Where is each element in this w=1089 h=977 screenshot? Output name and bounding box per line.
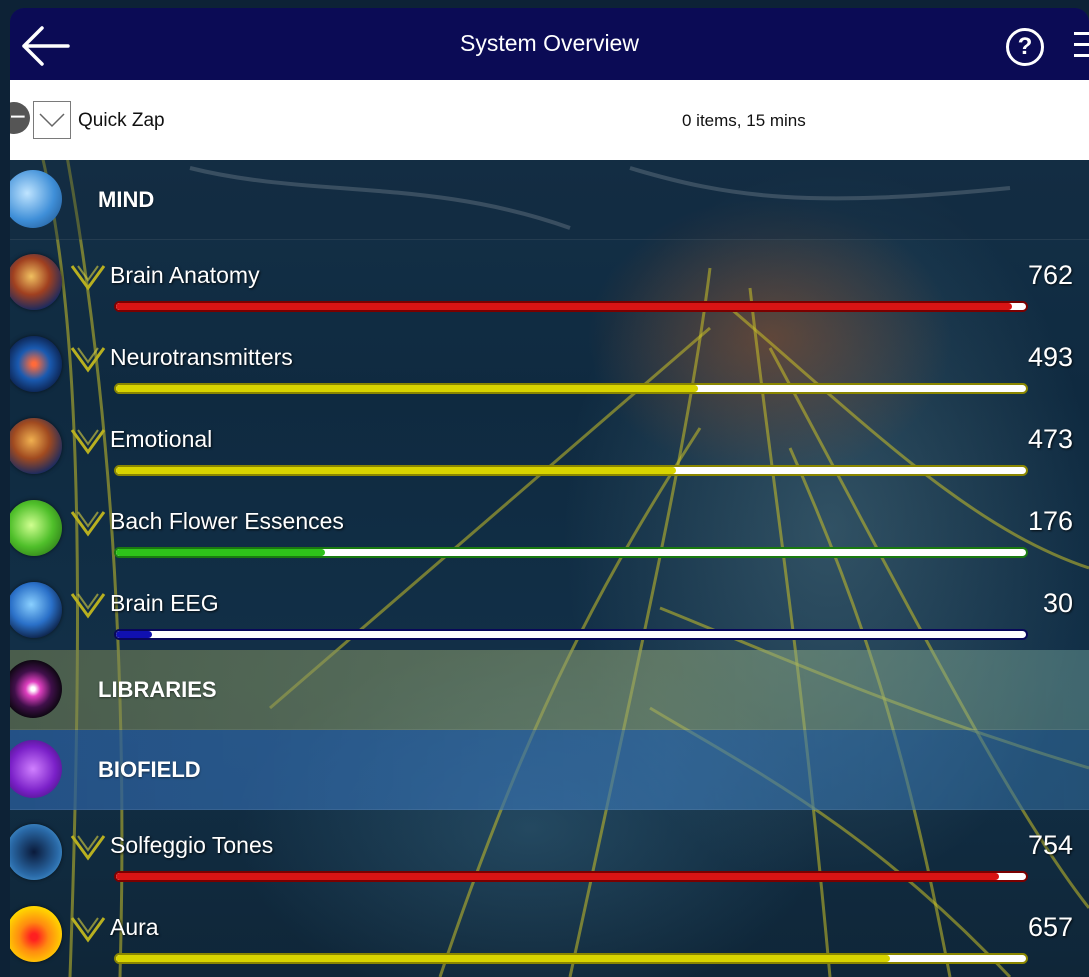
chevron-down-icon[interactable] [70, 426, 106, 456]
top-navigation-bar: System Overview ? [10, 8, 1089, 80]
section-label: MIND [98, 187, 155, 212]
quick-zap-label: Quick Zap [78, 110, 165, 131]
quick-zap-info: 0 items, 15 mins [682, 111, 806, 130]
item-label: Aura [110, 914, 159, 940]
item-score: 754 [1027, 830, 1073, 860]
quick-zap-expand-toggle[interactable] [33, 101, 71, 139]
progress-bar [114, 465, 1028, 476]
bach-flower-icon [10, 500, 62, 556]
brain-anatomy-icon [10, 254, 62, 310]
menu-icon[interactable] [1074, 32, 1089, 62]
item-score: 657 [1027, 912, 1073, 942]
chevron-down-icon[interactable] [70, 590, 106, 620]
section-label: LIBRARIES [98, 677, 217, 702]
item-score: 473 [1027, 424, 1073, 454]
item-label: Brain EEG [110, 590, 219, 616]
section-biofield[interactable]: BIOFIELD [10, 730, 1089, 810]
progress-bar [114, 383, 1028, 394]
section-label: BIOFIELD [98, 757, 201, 782]
chevron-down-icon[interactable] [70, 262, 106, 292]
biofield-flower-of-life-icon [10, 740, 62, 798]
chevron-down-icon [39, 113, 65, 128]
libraries-light-icon [10, 660, 62, 718]
aura-icon [10, 906, 62, 962]
progress-bar-fill [116, 303, 1013, 310]
progress-bar [114, 953, 1028, 964]
progress-bar-fill [116, 467, 676, 474]
progress-bar-fill [116, 385, 699, 392]
app-frame: System Overview ? − Quick Zap 0 items, 1… [10, 8, 1089, 977]
category-list: MIND Brain Anatomy 762 Neurotransmitters 493… [10, 160, 1089, 974]
item-label: Neurotransmitters [110, 344, 293, 370]
list-item[interactable]: Emotional 473 [10, 404, 1089, 486]
item-label: Solfeggio Tones [110, 832, 274, 858]
progress-bar-fill [116, 955, 890, 962]
progress-bar [114, 547, 1028, 558]
item-label: Bach Flower Essences [110, 508, 344, 534]
item-score: 762 [1027, 260, 1073, 290]
remove-icon[interactable]: − [10, 102, 30, 134]
mind-brain-icon [10, 170, 62, 228]
item-label: Brain Anatomy [110, 262, 260, 288]
section-mind[interactable]: MIND [10, 160, 1089, 240]
help-icon[interactable]: ? [1006, 28, 1044, 66]
list-item[interactable]: Brain Anatomy 762 [10, 240, 1089, 322]
item-score: 176 [1027, 506, 1073, 536]
list-item[interactable]: Solfeggio Tones 754 [10, 810, 1089, 892]
solfeggio-geometry-icon [10, 824, 62, 880]
chevron-down-icon[interactable] [70, 832, 106, 862]
page-title: System Overview [460, 30, 639, 56]
item-score: 30 [1042, 588, 1073, 618]
list-item[interactable]: Neurotransmitters 493 [10, 322, 1089, 404]
brain-eeg-icon [10, 582, 62, 638]
emotional-head-icon [10, 418, 62, 474]
chevron-down-icon[interactable] [70, 344, 106, 374]
progress-bar-fill [116, 549, 326, 556]
progress-bar-fill [116, 631, 153, 638]
progress-bar [114, 871, 1028, 882]
section-libraries[interactable]: LIBRARIES [10, 650, 1089, 730]
neurotransmitters-icon [10, 336, 62, 392]
list-item[interactable]: Aura 657 [10, 892, 1089, 974]
progress-bar [114, 301, 1028, 312]
list-item[interactable]: Brain EEG 30 [10, 568, 1089, 650]
progress-bar-fill [116, 873, 999, 880]
quick-zap-bar: − Quick Zap 0 items, 15 mins [10, 80, 1089, 160]
chevron-down-icon[interactable] [70, 508, 106, 538]
item-score: 493 [1027, 342, 1073, 372]
item-label: Emotional [110, 426, 213, 452]
progress-bar [114, 629, 1028, 640]
chevron-down-icon[interactable] [70, 914, 106, 944]
list-item[interactable]: Bach Flower Essences 176 [10, 486, 1089, 568]
